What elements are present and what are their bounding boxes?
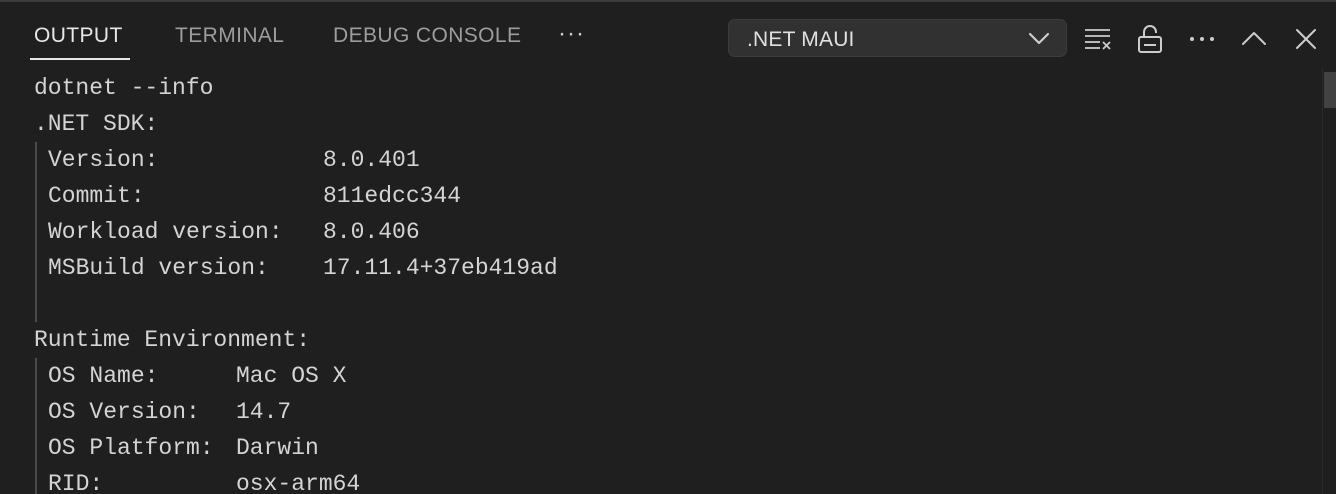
output-command-line: dotnet --info	[34, 75, 214, 101]
lock-scroll-button[interactable]	[1134, 23, 1166, 55]
sdk-heading: .NET SDK:	[34, 111, 159, 137]
output-row: Commit: 811edcc344	[48, 178, 461, 214]
output-value: Darwin	[236, 435, 319, 461]
vertical-scrollbar[interactable]	[1322, 68, 1336, 494]
output-key: Commit:	[48, 183, 145, 209]
indent-guide	[35, 142, 37, 322]
output-key: OS Name:	[48, 363, 159, 389]
output-key: RID:	[48, 471, 104, 494]
output-value: 8.0.406	[323, 219, 420, 245]
more-tabs-button[interactable]: ···	[558, 20, 585, 48]
output-key: OS Platform:	[48, 435, 214, 461]
output-value: 8.0.401	[323, 147, 420, 173]
output-value: 17.11.4+37eb419ad	[323, 255, 558, 281]
output-value: 811edcc344	[323, 183, 462, 209]
output-channel-select[interactable]: .NET MAUI	[728, 19, 1067, 57]
output-row: Workload version: 8.0.406	[48, 214, 420, 250]
unlock-icon	[1138, 25, 1162, 53]
output-row: Version: 8.0.401	[48, 142, 420, 178]
scrollbar-thumb[interactable]	[1324, 72, 1336, 108]
close-panel-button[interactable]	[1290, 23, 1322, 55]
panel-header: OUTPUT TERMINAL DEBUG CONSOLE ··· .NET M…	[0, 2, 1336, 66]
more-actions-button[interactable]	[1186, 23, 1218, 55]
output-row: RID: osx-arm64	[48, 466, 360, 494]
clear-all-icon	[1085, 29, 1111, 50]
active-tab-indicator	[30, 58, 130, 60]
ellipsis-icon	[1190, 37, 1214, 41]
runtime-heading: Runtime Environment:	[34, 327, 311, 353]
clear-output-button[interactable]	[1082, 23, 1114, 55]
tab-debug-console[interactable]: DEBUG CONSOLE	[333, 24, 521, 48]
output-value: osx-arm64	[236, 471, 361, 494]
maximize-panel-button[interactable]	[1238, 23, 1270, 55]
output-value: Mac OS X	[236, 363, 347, 389]
tab-terminal[interactable]: TERMINAL	[175, 24, 284, 48]
output-key: Version:	[48, 147, 159, 173]
output-row: OS Version: 14.7	[48, 394, 291, 430]
output-channel-value: .NET MAUI	[747, 28, 855, 51]
output-value: 14.7	[236, 399, 292, 425]
indent-guide	[35, 358, 37, 494]
close-icon	[1296, 29, 1316, 49]
chevron-up-icon	[1242, 32, 1266, 45]
chevron-down-icon	[1028, 32, 1050, 45]
tab-output[interactable]: OUTPUT	[34, 24, 123, 48]
output-row: OS Name: Mac OS X	[48, 358, 346, 394]
output-view[interactable]: dotnet --info .NET SDK: Version: 8.0.401 …	[0, 66, 1322, 494]
output-row: OS Platform: Darwin	[48, 430, 319, 466]
output-key: MSBuild version:	[48, 255, 269, 281]
output-key: Workload version:	[48, 219, 283, 245]
output-row: MSBuild version: 17.11.4+37eb419ad	[48, 250, 558, 286]
output-key: OS Version:	[48, 399, 200, 425]
